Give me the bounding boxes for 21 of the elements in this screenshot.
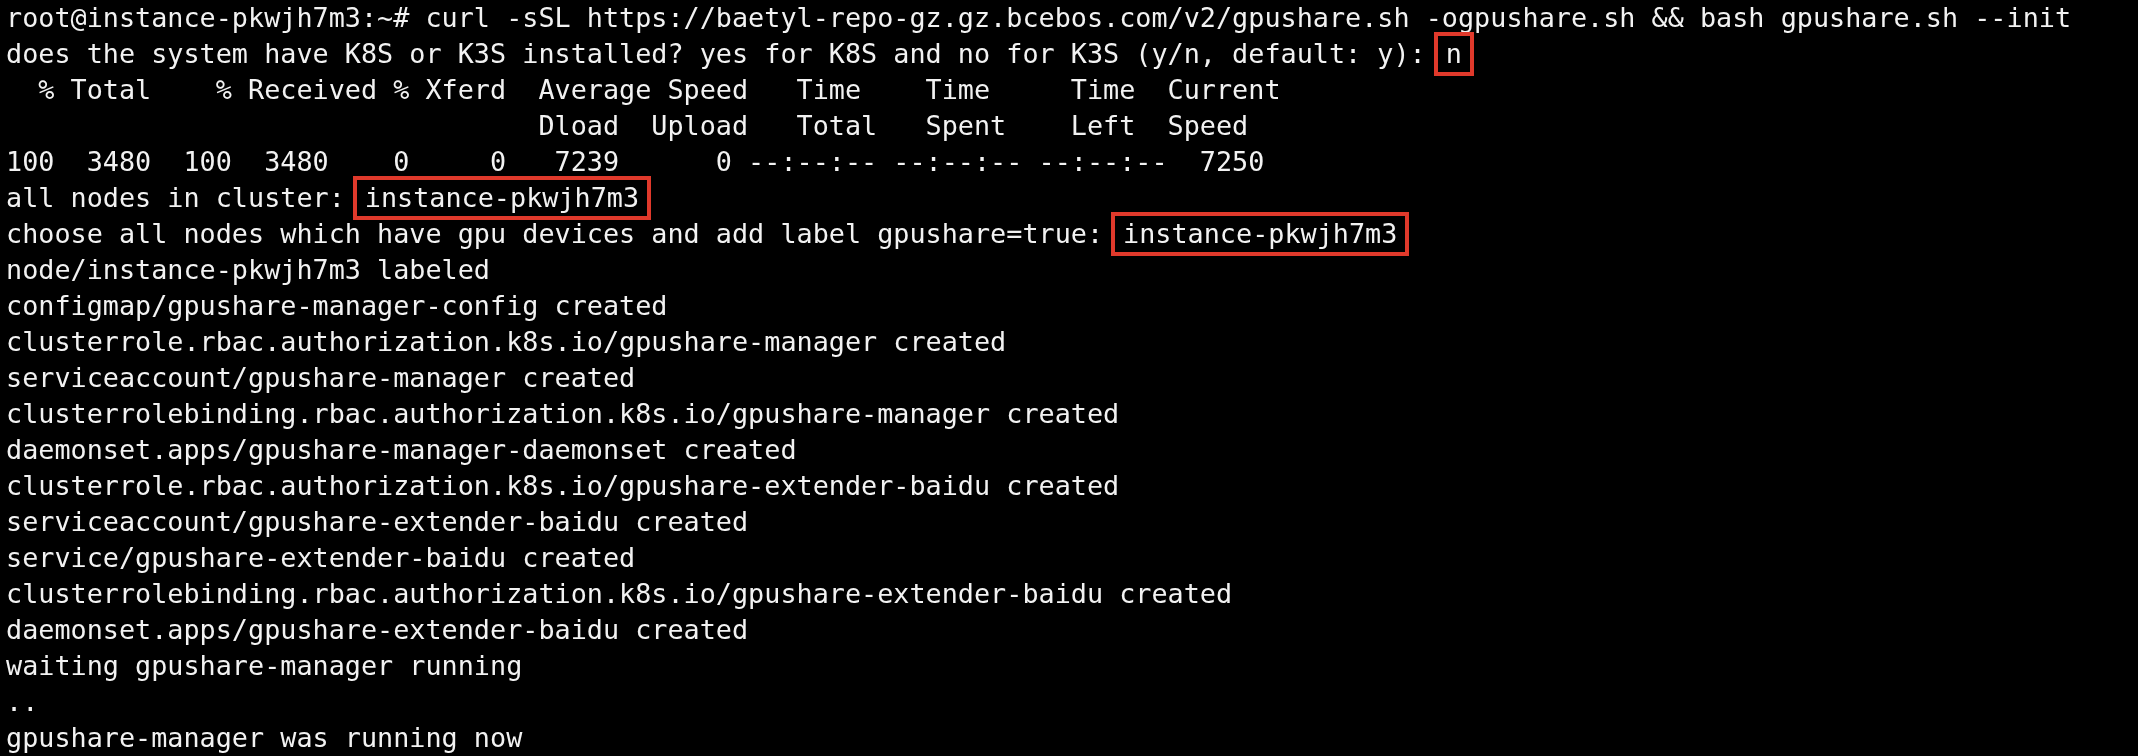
terminal-line: daemonset.apps/gpushare-extender-baidu created [6, 614, 749, 645]
terminal-line: configmap/gpushare-manager-config created [6, 290, 668, 321]
terminal-line: clusterrolebinding.rbac.authorization.k8s.io/gpushare-manager created [6, 398, 1120, 429]
terminal-line: node/instance-pkwjh7m3 labeled [6, 254, 490, 285]
terminal-line: Dload Upload Total Spent Left Speed [537, 110, 1249, 141]
terminal-line: % Total % Received % Xferd Average Speed Time Time Time Current [37, 74, 1281, 105]
terminal-line: all nodes in cluster: [6, 182, 345, 213]
terminal-line: gpushare-manager was running now [6, 722, 523, 753]
terminal-line: 100 3480 100 3480 0 0 7239 0 --:--:-- --:--:-- --:--:-- 7250 [6, 146, 1265, 177]
terminal-line: choose all nodes which have gpu devices and add label gpushare=true: [6, 218, 1104, 249]
terminal-line: daemonset.apps/gpushare-manager-daemonset created [6, 434, 797, 465]
terminal-line: .. [6, 686, 39, 717]
terminal-line: clusterrole.rbac.authorization.k8s.io/gpushare-manager created [6, 326, 1007, 357]
terminal-line: root@instance-pkwjh7m3:~# curl -sSL https://baetyl-repo-gz.gz.bcebos.com/v2/gpushare.sh -ogpushare.sh && bash gpushare.sh --init [6, 2, 2072, 33]
terminal-line: does the system have K8S or K3S installed? yes for K8S and no for K3S (y/n, default: y): [6, 38, 1426, 69]
terminal-line: service/gpushare-extender-baidu created [6, 542, 636, 573]
terminal-line: clusterrolebinding.rbac.authorization.k8s.io/gpushare-extender-baidu created [6, 578, 1233, 609]
terminal-line: clusterrole.rbac.authorization.k8s.io/gpushare-extender-baidu created [6, 470, 1120, 501]
terminal-line: waiting gpushare-manager running [6, 650, 523, 681]
terminal-line: serviceaccount/gpushare-manager created [6, 362, 636, 393]
terminal-line: serviceaccount/gpushare-extender-baidu created [6, 506, 749, 537]
